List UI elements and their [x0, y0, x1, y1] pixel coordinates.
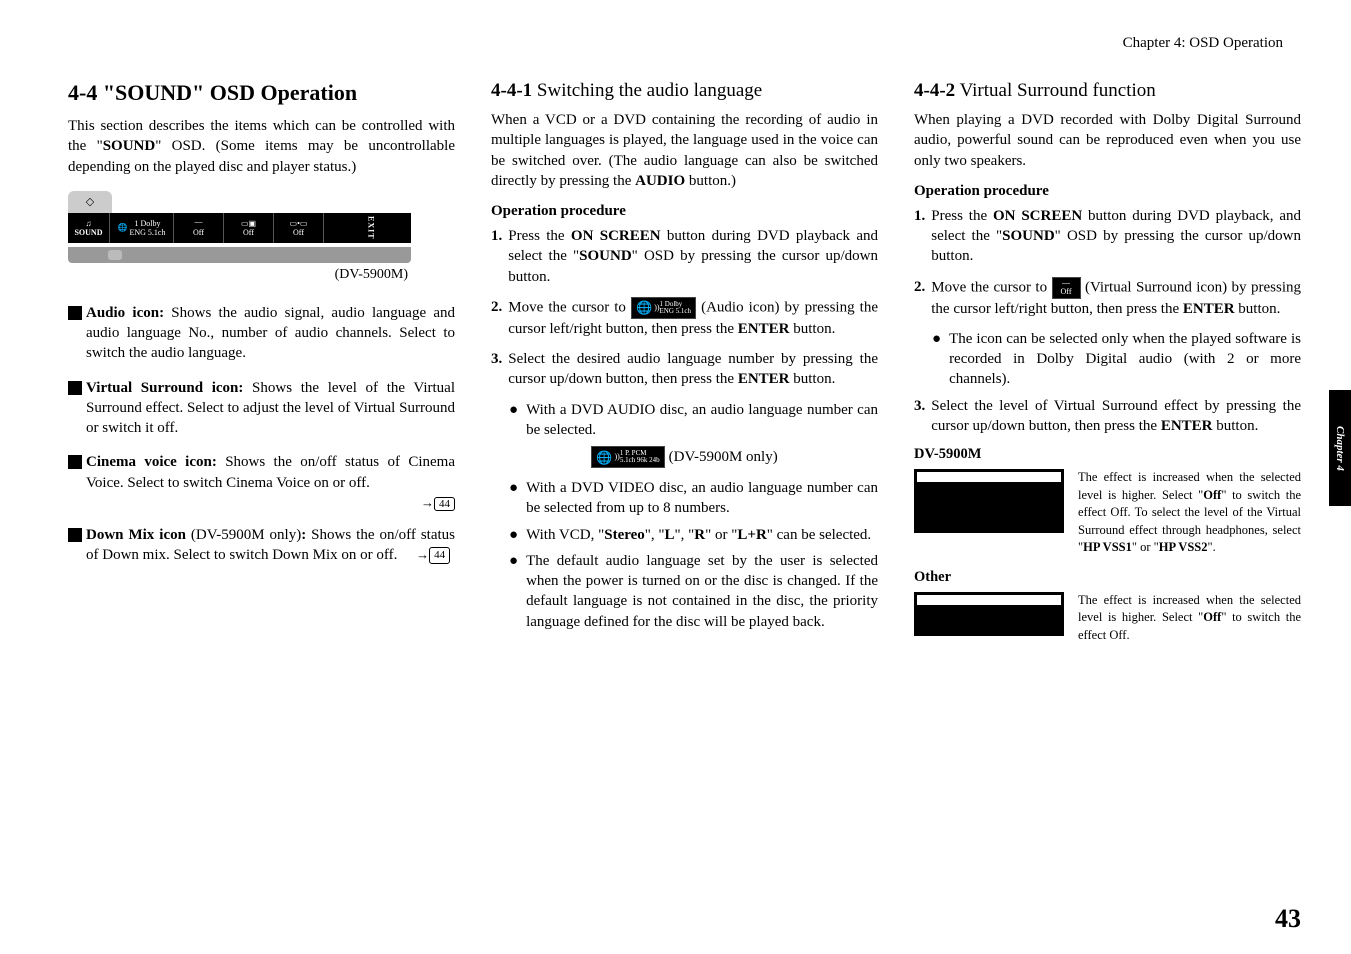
dv5900-desc: The effect is increased when the selecte…	[1078, 469, 1301, 557]
audio-icon-inline: 🌐))1 DolbyENG 5.1ch	[631, 297, 696, 319]
pcm-icon: 🌐))1 P. PCM5.1ch 96k 24b	[591, 446, 664, 468]
operation-procedure-label: Operation procedure	[491, 203, 878, 220]
s441-intro: When a VCD or a DVD containing the recor…	[491, 110, 878, 191]
pcm-icon-row: 🌐))1 P. PCM5.1ch 96k 24b (DV-5900M only)	[491, 446, 878, 468]
bullet-square-icon	[68, 306, 82, 320]
downmix-icon-desc: Down Mix icon (DV-5900M only): Shows the…	[68, 525, 455, 566]
bullet-square-icon	[68, 455, 82, 469]
s442-step1: 1. Press the ON SCREEN button during DVD…	[914, 206, 1301, 267]
osd-blank-cell	[324, 213, 364, 243]
subsection-441: 4-4-1 Switching the audio language	[491, 80, 878, 102]
chapter-header: Chapter 4: OSD Operation	[68, 35, 1301, 52]
audio-icon-desc: Audio icon: Shows the audio signal, audi…	[68, 303, 455, 364]
column-2: 4-4-1 Switching the audio language When …	[491, 80, 878, 656]
side-tab-chapter: Chapter 4	[1329, 390, 1351, 506]
s442-step2: 2. Move the cursor to ⎯⎯Off (Virtual Sur…	[914, 277, 1301, 319]
s442-intro: When playing a DVD recorded with Dolby D…	[914, 110, 1301, 171]
section-title: 4-4 "SOUND" OSD Operation	[68, 80, 455, 106]
s442-bullet1: ●The icon can be selected only when the …	[932, 329, 1301, 390]
osd-bottom-band	[68, 247, 411, 263]
column-1: 4-4 "SOUND" OSD Operation This section d…	[68, 80, 455, 656]
osd-cinema-cell: ▭▣Off	[224, 213, 274, 243]
osd-top-tab: ◇	[68, 191, 112, 213]
other-desc: The effect is increased when the selecte…	[1078, 592, 1301, 645]
osd-downmix-cell: ▭•▭Off	[274, 213, 324, 243]
operation-procedure-label: Operation procedure	[914, 183, 1301, 200]
osd-bar-figure: ◇ ♫SOUND 🌐1 DolbyENG 5.1ch ⎯⎯Off ▭▣Off ▭…	[68, 187, 455, 263]
dv5900-row: The effect is increased when the selecte…	[914, 469, 1301, 557]
osd-sound-cell: ♫SOUND	[68, 213, 110, 243]
osd-vsurr-cell: ⎯⎯Off	[174, 213, 224, 243]
cinema-ref: →44	[68, 495, 455, 511]
s441-bullet1: ●With a DVD AUDIO disc, an audio languag…	[509, 400, 878, 441]
bullet-square-icon	[68, 528, 82, 542]
dv5900-label: DV-5900M	[914, 446, 1301, 463]
bullet-square-icon	[68, 381, 82, 395]
model-caption: (DV-5900M)	[68, 267, 408, 283]
s441-bullet2: ●With a DVD VIDEO disc, an audio languag…	[509, 478, 878, 519]
other-label: Other	[914, 569, 1301, 586]
s441-step3: 3. Select the desired audio language num…	[491, 349, 878, 390]
vsurr-icon-desc: Virtual Surround icon: Shows the level o…	[68, 378, 455, 439]
s442-step3: 3. Select the level of Virtual Surround …	[914, 396, 1301, 437]
cinema-icon-desc: Cinema voice icon: Shows the on/off stat…	[68, 452, 455, 493]
subsection-442: 4-4-2 Virtual Surround function	[914, 80, 1301, 102]
content-columns: 4-4 "SOUND" OSD Operation This section d…	[68, 80, 1301, 656]
dv5900-box	[914, 469, 1064, 533]
s441-bullet4: ●The default audio language set by the u…	[509, 551, 878, 632]
vsurr-icon-inline: ⎯⎯Off	[1052, 277, 1081, 299]
intro-paragraph: This section describes the items which c…	[68, 116, 455, 177]
s441-step2: 2. Move the cursor to 🌐))1 DolbyENG 5.1c…	[491, 297, 878, 339]
column-3: 4-4-2 Virtual Surround function When pla…	[914, 80, 1301, 656]
s441-step1: 1. Press the ON SCREEN button during DVD…	[491, 226, 878, 287]
page: Chapter 4: OSD Operation 4-4 "SOUND" OSD…	[0, 0, 1351, 954]
s441-bullet3: ●With VCD, "Stereo", "L", "R" or "L+R" c…	[509, 525, 878, 545]
osd-audio-cell: 🌐1 DolbyENG 5.1ch	[110, 213, 174, 243]
osd-exit-cell: EXIT	[364, 213, 378, 243]
other-row: The effect is increased when the selecte…	[914, 592, 1301, 645]
page-number: 43	[1275, 904, 1301, 934]
other-box	[914, 592, 1064, 636]
